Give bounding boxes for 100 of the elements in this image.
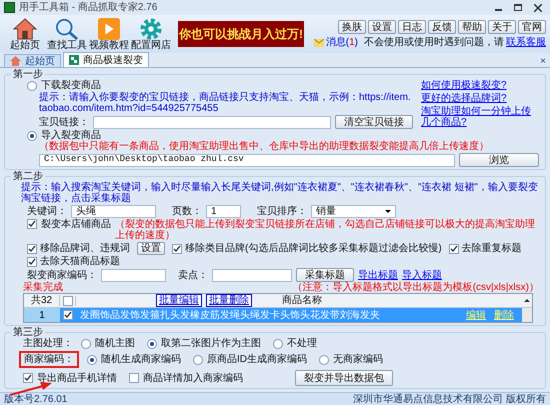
shop-note: （裂变的数据包只能上传到裂变宝贝链接所在店铺，勾选自己店铺链接可以极大的提高淘宝助理上传的速度） xyxy=(115,219,536,241)
button[interactable]: 设置 xyxy=(368,20,396,34)
label: 原商品ID生成商家编码 xyxy=(207,354,307,365)
help-link[interactable]: 如何使用极速裂变? xyxy=(421,80,507,91)
toolbar-button[interactable]: 视频教程 xyxy=(88,18,130,50)
keyword-field[interactable]: 头绳 xyxy=(71,205,156,218)
checkbox[interactable] xyxy=(27,256,37,266)
label: 下载裂变商品 xyxy=(41,80,101,91)
status-text: 采集完成 xyxy=(23,282,63,293)
pages-field[interactable]: 1 xyxy=(206,205,241,218)
radio-button[interactable] xyxy=(273,338,283,348)
column-header: 商品名称 xyxy=(282,295,322,306)
group-title: 第三步 xyxy=(11,327,45,338)
table-row[interactable]: 1 发圈饰品发饰发箍扎头发橡皮筋发绳头绳发卡头饰头花发带刘海发夹 编辑 删除 xyxy=(24,308,532,322)
merchant-code-label: 商家编码： xyxy=(19,351,79,368)
export-link[interactable]: 导出标题 xyxy=(358,270,398,280)
row-number: 1 xyxy=(24,308,60,322)
path-field[interactable]: C:\Users\john\Desktop\taobao zhul.csv xyxy=(39,154,455,166)
help-link[interactable]: 淘宝助理如何一分钟上传几个商品? xyxy=(421,106,539,128)
app-icon xyxy=(4,2,15,13)
label: 去除重复标题 xyxy=(462,243,522,254)
link-field[interactable] xyxy=(93,116,331,128)
label: 宝贝链接： xyxy=(39,116,89,128)
button[interactable]: 日志 xyxy=(398,20,426,34)
checkbox[interactable] xyxy=(27,219,37,229)
selling-point-field[interactable] xyxy=(212,268,292,282)
radio-button[interactable] xyxy=(193,354,203,364)
label: 移除类目品牌(勾选后品牌词比较多采集标题过滤会比较慢) xyxy=(185,243,442,254)
product-title: 发圈饰品发饰发箍扎头发橡皮筋发绳头绳发卡头饰头花发带刘海发夹 xyxy=(80,310,381,320)
hint-text: 提示：输入搜索淘宝关键词，输入时尽量输入长尾关键词,例如"连衣裙夏"、"连衣裙春秋"、"连衣裙 短裙"，输入要裂变淘宝链接，点击采集标题 xyxy=(21,182,539,204)
radio-button[interactable] xyxy=(147,338,157,348)
house-icon xyxy=(13,18,37,40)
button[interactable]: 帮助 xyxy=(458,20,486,34)
button[interactable]: 关于 xyxy=(488,20,516,34)
checkbox[interactable] xyxy=(63,310,73,320)
close-tab-button[interactable]: × xyxy=(540,56,546,67)
merchant-code-field[interactable] xyxy=(101,268,166,282)
button[interactable]: 采集标题 xyxy=(296,268,354,282)
batch-button[interactable]: 批量删除 xyxy=(206,294,252,307)
maximize-icon[interactable] xyxy=(514,4,522,11)
help-text: 不会使用或使用时遇到问题，请 xyxy=(364,37,504,48)
label: 卖点： xyxy=(178,270,208,280)
copyright-text: 深圳市华通易点信息技术有限公司 版权所有 xyxy=(353,394,546,404)
minimize-icon[interactable] xyxy=(495,8,502,10)
scroll-up-icon[interactable] xyxy=(522,299,532,302)
magnifier-icon xyxy=(55,18,79,40)
label: 取第二张图片作为主图 xyxy=(161,338,261,349)
tab[interactable]: 商品极速裂变 xyxy=(63,52,149,67)
group-title: 第二步 xyxy=(11,171,45,182)
label: 商品详情加入商家编码 xyxy=(143,372,243,384)
checkbox[interactable] xyxy=(172,244,182,254)
checkbox[interactable] xyxy=(27,244,37,254)
tab[interactable]: 起始页 xyxy=(4,54,61,67)
import-note: （数据包中只能有一条商品，使用淘宝助理出售中、仓库中导出的助理数据裂变能提高几倍上传速度） xyxy=(39,141,490,152)
scrollbar[interactable] xyxy=(522,308,532,322)
group-title: 第一步 xyxy=(11,69,45,80)
checkbox[interactable] xyxy=(448,244,459,254)
close-icon[interactable] xyxy=(534,4,542,12)
help-link[interactable]: 更好的选择品牌词? xyxy=(421,93,507,104)
toolbar-button[interactable]: 查找工具 xyxy=(46,18,88,50)
checkbox[interactable] xyxy=(62,296,72,306)
sort-dropdown[interactable]: 销量 xyxy=(311,205,396,218)
batch-button[interactable]: 批量编辑 xyxy=(156,294,202,307)
checkbox[interactable] xyxy=(23,373,33,383)
button[interactable]: 设置 xyxy=(137,242,165,255)
import-link[interactable]: 导入标题 xyxy=(402,270,442,280)
button[interactable]: 浏览 xyxy=(459,153,539,167)
house-icon xyxy=(10,56,21,66)
toolbar-button[interactable]: 配置网店 xyxy=(130,18,172,50)
label: 页数： xyxy=(172,206,202,217)
messages-link[interactable]: 消息(1) xyxy=(326,37,358,48)
radio-button[interactable] xyxy=(27,80,37,90)
button[interactable]: 裂变并导出数据包 xyxy=(295,370,393,386)
play-icon xyxy=(97,18,121,40)
radio-button[interactable] xyxy=(81,338,91,348)
banner[interactable]: 你也可以挑战月入过万! xyxy=(178,21,304,47)
radio-button[interactable] xyxy=(87,354,97,364)
button[interactable]: 反馈 xyxy=(428,20,456,34)
radio-button[interactable] xyxy=(319,354,329,364)
label: 主图处理： xyxy=(23,338,73,349)
label: 去除天猫商品标题 xyxy=(40,256,120,267)
label: 移除品牌词、违规词 xyxy=(40,243,130,254)
contact-link[interactable]: 联系客服 xyxy=(506,37,546,48)
label: 导入裂变商品 xyxy=(41,130,101,141)
label: 宝贝排序： xyxy=(257,206,307,217)
radio-button[interactable] xyxy=(27,130,37,140)
button[interactable]: 清空宝贝链接 xyxy=(335,115,413,129)
hint-text: 提示：请输入你要裂变的宝贝链接，商品链接只支持淘宝、天猫，示例：https://item.taobao.com/item.htm?id=544925775455 xyxy=(39,92,412,114)
label: 随机生成商家编码 xyxy=(101,354,181,365)
label: 导出商品手机详情 xyxy=(37,372,117,384)
button[interactable]: 换肤 xyxy=(338,20,366,34)
checkbox[interactable] xyxy=(129,373,139,383)
import-note: （注意：导入标题格式以导出标题为模板(csv|xls|xlsx)） xyxy=(292,282,539,293)
gear-icon xyxy=(139,18,163,40)
label: 随机主图 xyxy=(95,338,135,349)
column-header: 共32 xyxy=(24,295,60,306)
label: 无商家编码 xyxy=(333,354,383,365)
toolbar-button[interactable]: 起始页 xyxy=(4,18,46,50)
button[interactable]: 官网 xyxy=(518,20,546,34)
envelope-icon xyxy=(314,38,324,46)
